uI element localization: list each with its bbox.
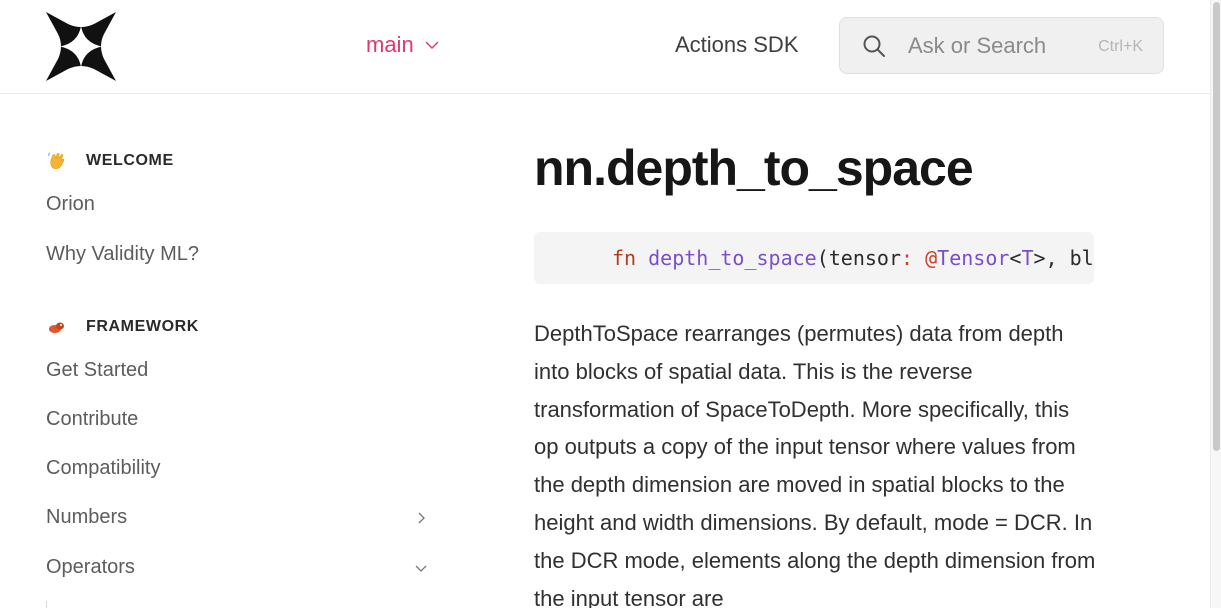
search-placeholder: Ask or Search [908, 32, 1047, 58]
sidebar-item-label: Operators [46, 556, 135, 578]
search-icon [863, 35, 885, 57]
section-title: FRAMEWORK [86, 318, 199, 335]
section-title: WELCOME [86, 152, 174, 169]
code-lt: < [1009, 246, 1022, 270]
sidebar-item-label: Get Started [46, 359, 149, 381]
code-generic: T [1021, 246, 1034, 270]
code-function-name: depth_to_space [648, 246, 817, 270]
chevron-right-icon[interactable] [414, 511, 428, 525]
code-colon: : [901, 246, 914, 270]
code-line: fn depth_to_space(tensor: @Tensor<T>, bl [612, 246, 1094, 270]
sidebar-item-numbers[interactable]: Numbers [46, 506, 428, 529]
search-shortcut: Ctrl+K [1098, 38, 1143, 55]
code-rest: >, bl [1033, 246, 1094, 270]
scrollbar-thumb[interactable] [1213, 2, 1220, 451]
framework-blob-icon [49, 322, 64, 333]
sidebar-item-label: Numbers [46, 506, 128, 528]
sidebar-item-label: Orion [46, 193, 95, 215]
code-signature-block[interactable]: fn depth_to_space(tensor: @Tensor<T>, bl [534, 232, 1094, 284]
page-scrollbar[interactable] [1210, 0, 1221, 608]
waving-hand-icon [48, 152, 65, 169]
sidebar-nav: WELCOME Orion Why Validity ML? FRAMEWORK… [0, 95, 470, 608]
sidebar-item-compatibility[interactable]: Compatibility [46, 457, 428, 480]
code-at: @ [925, 246, 938, 270]
sidebar-item-label: Contribute [46, 408, 139, 430]
sidebar-item-operators[interactable]: Operators [46, 556, 428, 579]
sidebar-section-welcome: WELCOME [47, 151, 174, 171]
top-header: main Actions SDK Ask or Search Ctrl+K [0, 0, 1210, 94]
logo[interactable] [46, 12, 116, 81]
sidebar-item-label: Why Validity ML? [46, 243, 200, 265]
description-text: DepthToSpace rearranges (permutes) data … [534, 321, 1096, 608]
branch-label: main [366, 32, 414, 57]
code-param: tensor [828, 246, 902, 270]
sidebar-section-framework: FRAMEWORK [47, 317, 199, 337]
sidebar-item-get-started[interactable]: Get Started [46, 359, 428, 382]
page-title: nn.depth_to_space [534, 140, 974, 196]
search-input[interactable]: Ask or Search Ctrl+K [839, 17, 1164, 74]
sidebar-item-orion[interactable]: Orion [46, 193, 428, 216]
sidebar-item-why-validity-ml[interactable]: Why Validity ML? [46, 243, 428, 266]
code-type: Tensor [937, 246, 1010, 270]
code-keyword: fn [612, 246, 637, 270]
sidebar-item-contribute[interactable]: Contribute [46, 408, 428, 431]
sidebar-tree-line [46, 601, 47, 608]
chevron-down-icon [425, 41, 439, 49]
branch-selector[interactable]: main [366, 32, 440, 58]
chevron-down-icon[interactable] [414, 561, 428, 575]
sidebar-item-label: Compatibility [46, 457, 161, 479]
actions-sdk-link[interactable]: Actions SDK [675, 32, 799, 58]
code-open-paren: ( [816, 246, 829, 270]
